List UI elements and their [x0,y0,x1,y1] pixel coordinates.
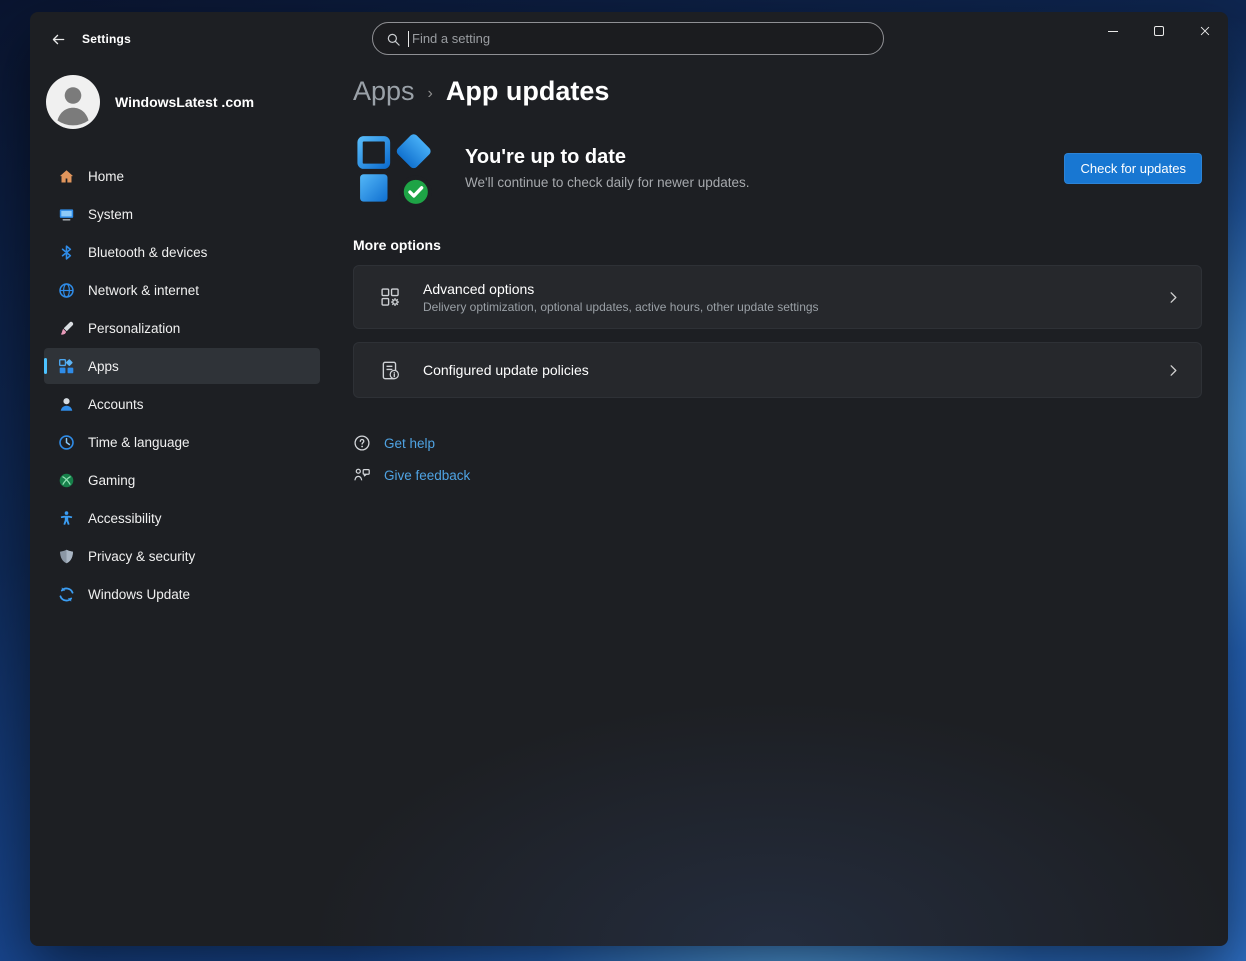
sidebar-item-system[interactable]: System [44,196,320,232]
back-arrow-icon [51,32,66,47]
titlebar: Settings [30,12,1228,68]
maximize-button[interactable] [1136,12,1182,50]
chevron-right-icon: › [428,81,433,103]
sidebar-item-label: Accessibility [88,511,162,526]
sidebar-item-time-language[interactable]: Time & language [44,424,320,460]
update-policies-icon [380,360,401,381]
sidebar-item-personalization[interactable]: Personalization [44,310,320,346]
sidebar-item-accounts[interactable]: Accounts [44,386,320,422]
advanced-options-icon [380,287,401,308]
user-profile[interactable]: WindowsLatest .com [30,68,330,132]
status-title: You're up to date [465,146,749,169]
sidebar-item-label: Windows Update [88,587,190,602]
update-status-hero: You're up to date We'll continue to chec… [353,125,1202,211]
get-help-link[interactable]: Get help [353,434,435,452]
gaming-icon [58,472,75,489]
sidebar-nav: Home System Bluetooth & devices Network … [30,158,330,612]
settings-window: Settings WindowsLatest .com Home [30,12,1228,946]
sidebar-item-apps[interactable]: Apps [44,348,320,384]
search-icon [386,32,401,47]
configured-update-policies-card[interactable]: Configured update policies [353,342,1202,398]
sidebar-item-label: Personalization [88,321,180,336]
give-feedback-icon [353,466,371,484]
accounts-icon [58,396,75,413]
card-title: Configured update policies [423,362,589,378]
get-help-icon [353,434,371,452]
sidebar-item-label: Gaming [88,473,135,488]
personalization-icon [58,320,75,337]
window-controls [1090,12,1228,50]
link-label: Get help [384,436,435,451]
privacy-shield-icon [58,548,75,565]
status-subtitle: We'll continue to check daily for newer … [465,175,749,190]
sidebar-item-label: Time & language [88,435,190,450]
give-feedback-link[interactable]: Give feedback [353,466,470,484]
avatar [45,74,101,130]
more-options-heading: More options [353,237,1202,253]
main-content: Apps › App updates You're up to date We'… [353,68,1202,484]
breadcrumb: Apps › App updates [353,76,1202,107]
sidebar-item-label: Network & internet [88,283,199,298]
sidebar-item-bluetooth-devices[interactable]: Bluetooth & devices [44,234,320,270]
sidebar: WindowsLatest .com Home System Bluetooth… [30,68,330,946]
close-button[interactable] [1182,12,1228,50]
sidebar-item-gaming[interactable]: Gaming [44,462,320,498]
apps-icon [58,358,75,375]
sidebar-item-home[interactable]: Home [44,158,320,194]
options-card-list: Advanced options Delivery optimization, … [353,265,1202,398]
card-text: Configured update policies [423,362,589,378]
card-text: Advanced options Delivery optimization, … [423,281,819,314]
maximize-icon [1154,26,1164,36]
link-label: Give feedback [384,468,470,483]
check-for-updates-button[interactable]: Check for updates [1064,153,1202,184]
sidebar-item-label: Bluetooth & devices [88,245,207,260]
sidebar-item-label: Accounts [88,397,144,412]
bluetooth-icon [58,244,75,261]
sidebar-item-label: System [88,207,133,222]
sidebar-item-label: Apps [88,359,119,374]
sidebar-item-label: Home [88,169,124,184]
update-status-text: You're up to date We'll continue to chec… [465,146,749,190]
help-links: Get help Give feedback [353,434,1202,484]
close-icon [1198,24,1212,38]
app-title: Settings [82,32,131,46]
search-input[interactable] [412,23,871,54]
text-cursor [408,31,409,47]
sidebar-item-privacy-security[interactable]: Privacy & security [44,538,320,574]
time-language-icon [58,434,75,451]
back-button[interactable] [42,25,74,53]
chevron-right-icon [1166,363,1181,378]
system-icon [58,206,75,223]
page-title: App updates [446,76,610,107]
sidebar-item-accessibility[interactable]: Accessibility [44,500,320,536]
sidebar-item-windows-update[interactable]: Windows Update [44,576,320,612]
sidebar-item-network-internet[interactable]: Network & internet [44,272,320,308]
apps-update-ok-icon [353,125,445,211]
search-box[interactable] [372,22,884,55]
card-title: Advanced options [423,281,819,297]
accessibility-icon [58,510,75,527]
minimize-button[interactable] [1090,12,1136,50]
breadcrumb-parent[interactable]: Apps [353,76,415,107]
windows-update-icon [58,586,75,603]
home-icon [58,168,75,185]
advanced-options-card[interactable]: Advanced options Delivery optimization, … [353,265,1202,329]
user-name: WindowsLatest .com [115,94,254,110]
card-subtitle: Delivery optimization, optional updates,… [423,300,819,314]
desktop: { "titlebar": { "app_title": "Settings",… [0,0,1246,961]
chevron-right-icon [1166,290,1181,305]
network-icon [58,282,75,299]
minimize-icon [1108,31,1118,32]
sidebar-item-label: Privacy & security [88,549,195,564]
